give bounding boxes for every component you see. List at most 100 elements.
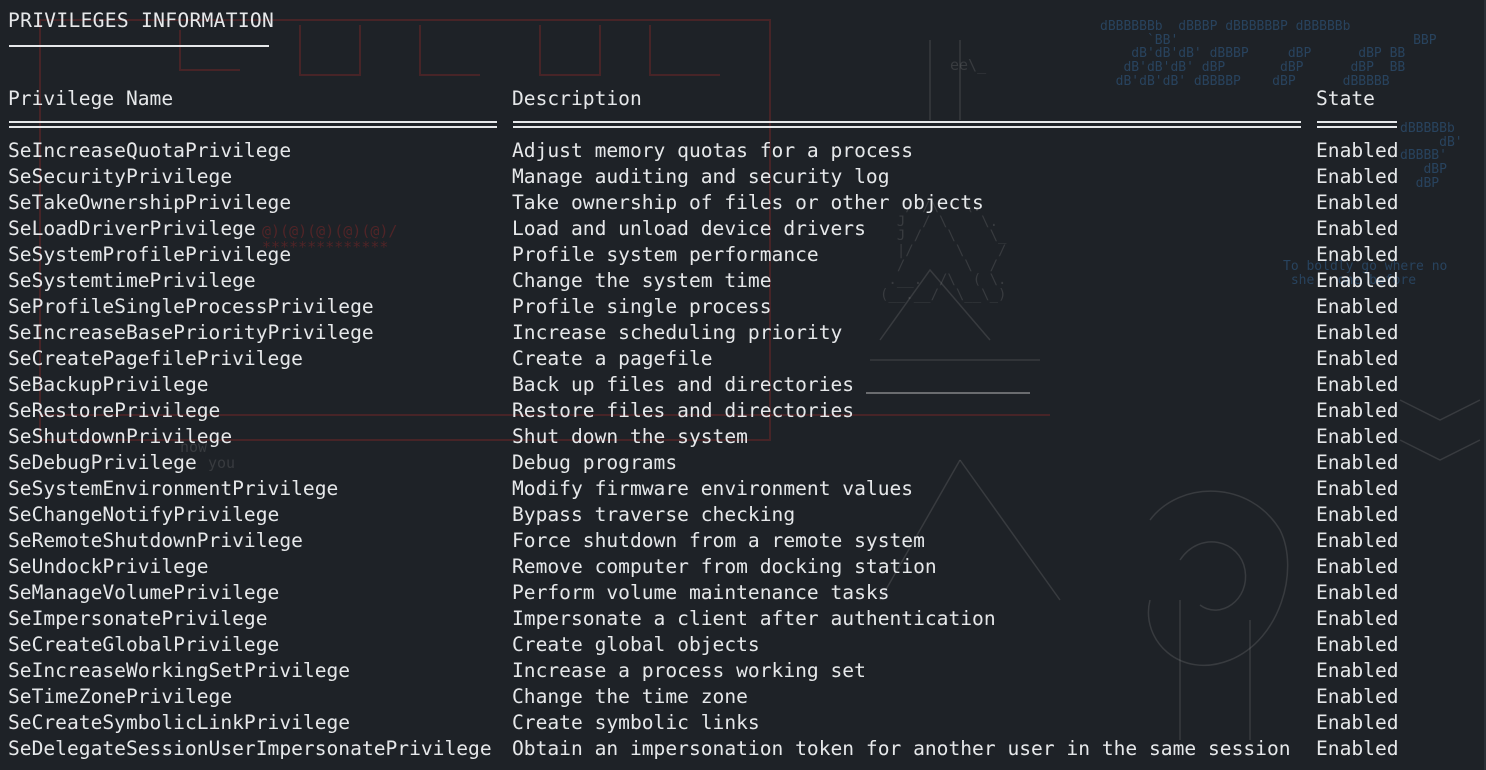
privilege-state-cell: Enabled: [1316, 295, 1399, 318]
privilege-name-cell: SeManageVolumePrivilege: [8, 581, 280, 604]
table-row: SeSecurityPrivilege Manage auditing and s…: [0, 164, 1486, 190]
privilege-name-cell: SeTakeOwnershipPrivilege: [8, 191, 292, 214]
privilege-state-cell: Enabled: [1316, 269, 1399, 292]
privilege-name-cell: SeBackupPrivilege: [8, 373, 209, 396]
header-separator-description: [513, 121, 1301, 128]
table-row: SeBackupPrivilege Back up files and direc…: [0, 372, 1486, 398]
privilege-name-cell: SeUndockPrivilege: [8, 555, 209, 578]
title-underline: [9, 45, 269, 47]
privilege-description-cell: Obtain an impersonation token for anothe…: [512, 737, 1291, 760]
table-row: SeShutdownPrivilege Shut down the system E…: [0, 424, 1486, 450]
privilege-state-cell: Enabled: [1316, 165, 1399, 188]
privilege-description-cell: Debug programs: [512, 451, 678, 474]
table-row: SeSystemEnvironmentPrivilege Modify firmw…: [0, 476, 1486, 502]
privilege-state-cell: Enabled: [1316, 425, 1399, 448]
privileges-table: SeIncreaseQuotaPrivilege Adjust memory qu…: [0, 138, 1486, 762]
privilege-state-cell: Enabled: [1316, 477, 1399, 500]
table-row: SeSystemtimePrivilege Change the system t…: [0, 268, 1486, 294]
column-header-state: State: [1316, 87, 1375, 110]
table-row: SeIncreaseQuotaPrivilege Adjust memory qu…: [0, 138, 1486, 164]
privilege-state-cell: Enabled: [1316, 607, 1399, 630]
privilege-state-cell: Enabled: [1316, 139, 1399, 162]
privilege-name-cell: SeCreatePagefilePrivilege: [8, 347, 303, 370]
privilege-description-cell: Impersonate a client after authenticatio…: [512, 607, 996, 630]
table-row: SeRemoteShutdownPrivilege Force shutdown …: [0, 528, 1486, 554]
privilege-name-cell: SeRestorePrivilege: [8, 399, 221, 422]
privilege-name-cell: SeImpersonatePrivilege: [8, 607, 268, 630]
privilege-name-cell: SeIncreaseQuotaPrivilege: [8, 139, 292, 162]
privilege-name-cell: SeDebugPrivilege: [8, 451, 197, 474]
table-row: SeSystemProfilePrivilege Profile system p…: [0, 242, 1486, 268]
privilege-name-cell: SeShutdownPrivilege: [8, 425, 233, 448]
terminal-window[interactable]: dBBBBBBb dBBBP dBBBBBBP dBBBBBb `BB' BBP…: [0, 0, 1486, 770]
privilege-description-cell: Increase a process working set: [512, 659, 866, 682]
privilege-name-cell: SeSystemEnvironmentPrivilege: [8, 477, 339, 500]
table-row: SeCreatePagefilePrivilege Create a pagefi…: [0, 346, 1486, 372]
privilege-state-cell: Enabled: [1316, 399, 1399, 422]
privilege-description-cell: Restore files and directories: [512, 399, 855, 422]
table-row: SeLoadDriverPrivilege Load and unload dev…: [0, 216, 1486, 242]
privilege-description-cell: Create global objects: [512, 633, 760, 656]
privilege-description-cell: Adjust memory quotas for a process: [512, 139, 914, 162]
table-row: SeCreateSymbolicLinkPrivilege Create symb…: [0, 710, 1486, 736]
privilege-state-cell: Enabled: [1316, 685, 1399, 708]
privilege-name-cell: SeCreateSymbolicLinkPrivilege: [8, 711, 351, 734]
table-row: SeIncreaseBasePriorityPrivilege Increase …: [0, 320, 1486, 346]
privilege-state-cell: Enabled: [1316, 243, 1399, 266]
privilege-description-cell: Manage auditing and security log: [512, 165, 890, 188]
privilege-state-cell: Enabled: [1316, 451, 1399, 474]
table-row: SeUndockPrivilege Remove computer from do…: [0, 554, 1486, 580]
privilege-name-cell: SeLoadDriverPrivilege: [8, 217, 256, 240]
privilege-state-cell: Enabled: [1316, 581, 1399, 604]
privilege-description-cell: Create a pagefile: [512, 347, 713, 370]
privilege-name-cell: SeSystemtimePrivilege: [8, 269, 256, 292]
privileges-output: PRIVILEGES INFORMATION Privilege Name De…: [0, 0, 1486, 770]
privilege-name-cell: SeIncreaseBasePriorityPrivilege: [8, 321, 374, 344]
privilege-description-cell: Create symbolic links: [512, 711, 760, 734]
privilege-description-cell: Load and unload device drivers: [512, 217, 866, 240]
privilege-state-cell: Enabled: [1316, 373, 1399, 396]
column-header-privilege-name: Privilege Name: [8, 87, 174, 110]
privilege-name-cell: SeProfileSingleProcessPrivilege: [8, 295, 374, 318]
table-row: SeIncreaseWorkingSetPrivilege Increase a …: [0, 658, 1486, 684]
table-row: SeTakeOwnershipPrivilege Take ownership o…: [0, 190, 1486, 216]
privilege-description-cell: Change the system time: [512, 269, 772, 292]
privilege-description-cell: Increase scheduling priority: [512, 321, 843, 344]
privilege-name-cell: SeChangeNotifyPrivilege: [8, 503, 280, 526]
privilege-state-cell: Enabled: [1316, 347, 1399, 370]
privilege-state-cell: Enabled: [1316, 191, 1399, 214]
privilege-state-cell: Enabled: [1316, 529, 1399, 552]
privilege-state-cell: Enabled: [1316, 503, 1399, 526]
privilege-name-cell: SeSystemProfilePrivilege: [8, 243, 292, 266]
privilege-name-cell: SeIncreaseWorkingSetPrivilege: [8, 659, 351, 682]
privilege-name-cell: SeRemoteShutdownPrivilege: [8, 529, 303, 552]
privilege-description-cell: Shut down the system: [512, 425, 748, 448]
privilege-name-cell: SeTimeZonePrivilege: [8, 685, 233, 708]
privilege-state-cell: Enabled: [1316, 737, 1399, 760]
table-row: SeChangeNotifyPrivilege Bypass traverse c…: [0, 502, 1486, 528]
table-row: SeProfileSingleProcessPrivilege Profile s…: [0, 294, 1486, 320]
header-separator-name: [9, 121, 497, 128]
privilege-state-cell: Enabled: [1316, 633, 1399, 656]
column-header-description: Description: [512, 87, 642, 110]
privilege-description-cell: Profile single process: [512, 295, 772, 318]
header-separator-state: [1317, 121, 1397, 128]
table-row: SeDelegateSessionUserImpersonatePrivileg…: [0, 736, 1486, 762]
table-row: SeRestorePrivilege Restore files and dire…: [0, 398, 1486, 424]
privilege-description-cell: Back up files and directories: [512, 373, 855, 396]
privilege-state-cell: Enabled: [1316, 659, 1399, 682]
privilege-description-cell: Profile system performance: [512, 243, 819, 266]
privilege-description-cell: Modify firmware environment values: [512, 477, 914, 500]
privilege-description-cell: Take ownership of files or other objects: [512, 191, 984, 214]
privilege-name-cell: SeSecurityPrivilege: [8, 165, 233, 188]
privilege-description-cell: Force shutdown from a remote system: [512, 529, 925, 552]
privilege-description-cell: Perform volume maintenance tasks: [512, 581, 890, 604]
privilege-description-cell: Remove computer from docking station: [512, 555, 937, 578]
table-row: SeDebugPrivilege Debug programs Enabled: [0, 450, 1486, 476]
privilege-name-cell: SeDelegateSessionUserImpersonatePrivileg…: [8, 737, 492, 760]
table-row: SeImpersonatePrivilege Impersonate a clie…: [0, 606, 1486, 632]
table-row: SeManageVolumePrivilege Perform volume ma…: [0, 580, 1486, 606]
table-row: SeTimeZonePrivilege Change the time zone E…: [0, 684, 1486, 710]
privilege-state-cell: Enabled: [1316, 321, 1399, 344]
privilege-name-cell: SeCreateGlobalPrivilege: [8, 633, 280, 656]
